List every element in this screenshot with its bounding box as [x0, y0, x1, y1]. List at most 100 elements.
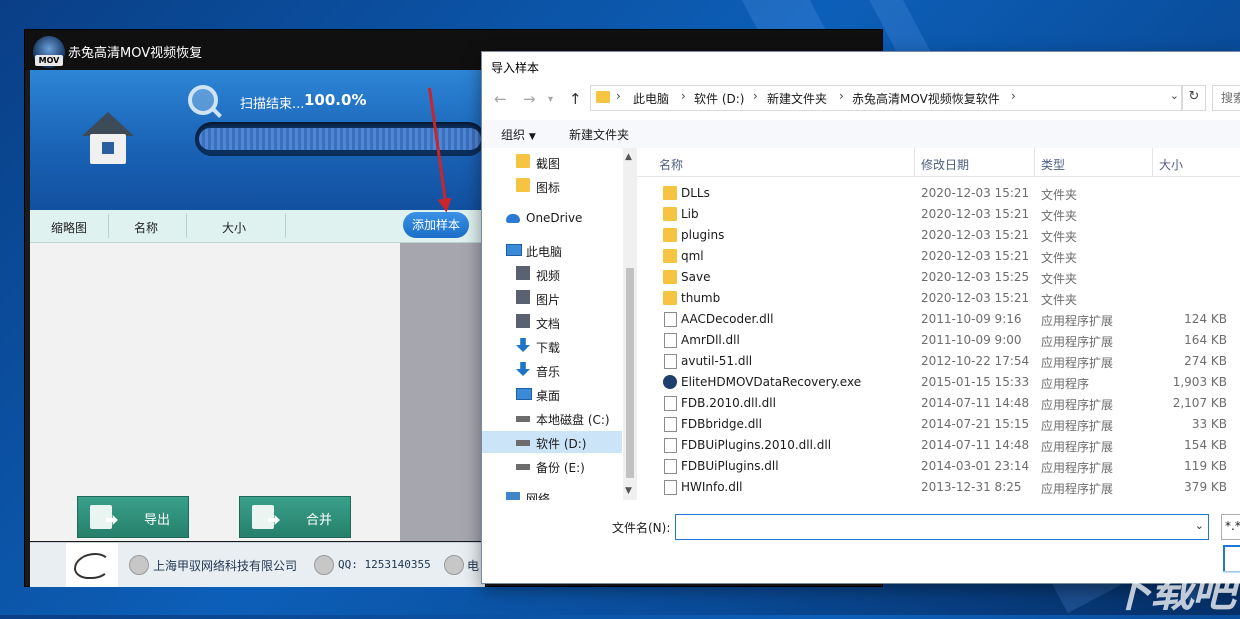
- organize-menu[interactable]: 组织 ▼: [501, 126, 536, 143]
- video-icon: [516, 266, 530, 280]
- breadcrumb-this-pc[interactable]: 此电脑: [633, 90, 669, 107]
- file-row[interactable]: Lib 2020-12-03 15:21 文件夹: [637, 204, 1240, 225]
- column-size[interactable]: 大小: [222, 219, 246, 236]
- search-input[interactable]: 搜索: [1212, 85, 1240, 111]
- chevron-down-icon[interactable]: ⌄: [1170, 89, 1179, 102]
- chevron-right-icon[interactable]: ›: [681, 89, 686, 103]
- file-date: 2012-10-22 17:54: [921, 354, 1030, 368]
- file-row[interactable]: avutil-51.dll 2012-10-22 17:54 应用程序扩展 274 K…: [637, 351, 1240, 372]
- drive-icon: [516, 416, 530, 422]
- breadcrumb-new-folder[interactable]: 新建文件夹: [767, 90, 827, 107]
- app-footer: 上海甲驭网络科技有限公司 QQ: 1253140355 电: [30, 542, 485, 587]
- scroll-down-icon[interactable]: ▼: [625, 486, 632, 496]
- column-name[interactable]: 名称: [134, 219, 158, 236]
- column-header-name[interactable]: 名称: [659, 156, 683, 173]
- file-row[interactable]: plugins 2020-12-03 15:21 文件夹: [637, 225, 1240, 246]
- file-row[interactable]: AmrDll.dll 2011-10-09 9:00 应用程序扩展 164 KB: [637, 330, 1240, 351]
- up-arrow-icon[interactable]: ↑: [569, 90, 582, 108]
- tree-item[interactable]: 网络: [482, 486, 622, 500]
- file-row[interactable]: Save 2020-12-03 15:25 文件夹: [637, 267, 1240, 288]
- tree-item[interactable]: 图片: [482, 287, 622, 309]
- forward-arrow-icon[interactable]: →: [523, 90, 536, 108]
- new-folder-button[interactable]: 新建文件夹: [569, 126, 629, 143]
- company-name: 上海甲驭网络科技有限公司: [153, 559, 298, 573]
- scan-status-label: 扫描结束...: [240, 97, 305, 112]
- file-row[interactable]: DLLs 2020-12-03 15:21 文件夹: [637, 183, 1240, 204]
- recent-chevron-icon[interactable]: ▾: [548, 94, 553, 105]
- chevron-right-icon[interactable]: ›: [616, 89, 621, 103]
- merge-button[interactable]: 合并: [239, 496, 351, 538]
- chevron-right-icon[interactable]: ›: [753, 89, 758, 103]
- file-row[interactable]: FDBbridge.dll 2014-07-21 15:15 应用程序扩展 33 KB: [637, 414, 1240, 435]
- filename-input[interactable]: ⌄: [675, 514, 1209, 540]
- file-name: avutil-51.dll: [681, 354, 753, 368]
- scrollbar-thumb[interactable]: [626, 268, 634, 478]
- file-type: 应用程序扩展: [1041, 419, 1114, 433]
- chevron-right-icon[interactable]: ›: [839, 89, 844, 103]
- file-row[interactable]: FDBUiPlugins.dll 2014-03-01 23:14 应用程序扩展 11…: [637, 456, 1240, 477]
- home-icon[interactable]: [82, 112, 134, 164]
- file-row[interactable]: FDBUiPlugins.2010.dll.dll 2014-07-11 14:4…: [637, 435, 1240, 456]
- back-arrow-icon[interactable]: ←: [494, 90, 507, 108]
- file-type-filter[interactable]: *.*: [1221, 514, 1240, 540]
- drive-icon: [516, 464, 530, 470]
- file-row[interactable]: HWInfo.dll 2013-12-31 8:25 应用程序扩展 379 KB: [637, 477, 1240, 498]
- tree-item[interactable]: 截图: [482, 151, 622, 173]
- file-row[interactable]: qml 2020-12-03 15:21 文件夹: [637, 246, 1240, 267]
- tree-item[interactable]: 本地磁盘 (C:): [482, 407, 622, 429]
- tree-item[interactable]: OneDrive: [482, 207, 622, 229]
- tree-item[interactable]: 图标: [482, 175, 622, 197]
- navigation-pane[interactable]: 截图 图标 OneDrive 此电脑视频 图片文档下载 音乐 桌面 本地磁盘 (C:) 软件 (…: [482, 148, 622, 500]
- tree-item-label: 文档: [536, 317, 561, 331]
- dll-file-icon: [664, 333, 677, 348]
- sort-caret-icon: ^: [779, 148, 787, 155]
- file-list[interactable]: ^ 名称 修改日期 类型 大小 DLLs 2020-12-03 15:21 文件夹 L…: [637, 148, 1240, 500]
- add-sample-button[interactable]: 添加样本: [403, 212, 469, 238]
- tree-item[interactable]: 视频: [482, 263, 622, 285]
- file-date: 2014-07-21 15:15: [921, 417, 1030, 431]
- tree-item[interactable]: 文档: [482, 311, 622, 333]
- merge-icon: [252, 505, 274, 529]
- breadcrumb-app-folder[interactable]: 赤兔高清MOV视频恢复软件: [852, 90, 1000, 107]
- navigation-scrollbar[interactable]: ▲ ▼: [623, 148, 637, 500]
- dll-file-icon: [664, 396, 677, 411]
- file-size: 33 KB: [1191, 417, 1227, 431]
- qq-icon: [314, 555, 334, 575]
- caret-down-icon: ▼: [528, 132, 536, 142]
- scroll-up-icon[interactable]: ▲: [625, 152, 632, 162]
- dll-file-icon: [664, 459, 677, 474]
- organize-label: 组织: [501, 128, 526, 142]
- column-header-type[interactable]: 类型: [1041, 156, 1065, 173]
- refresh-icon[interactable]: ↻: [1182, 85, 1206, 111]
- file-row[interactable]: thumb 2020-12-03 15:21 文件夹: [637, 288, 1240, 309]
- file-date: 2020-12-03 15:21: [921, 291, 1030, 305]
- file-row[interactable]: FDB.2010.dll.dll 2014-07-11 14:48 应用程序扩展 2,…: [637, 393, 1240, 414]
- dll-file-icon: [664, 438, 677, 453]
- column-header-size[interactable]: 大小: [1159, 156, 1183, 173]
- folder-icon: [596, 91, 610, 103]
- tree-item[interactable]: 音乐: [482, 359, 622, 381]
- file-size: 164 KB: [1184, 333, 1227, 347]
- tree-item-label: OneDrive: [526, 211, 583, 225]
- tree-item[interactable]: 下载: [482, 335, 622, 357]
- tree-item[interactable]: 此电脑: [482, 239, 622, 261]
- chevron-right-icon[interactable]: ›: [1011, 89, 1016, 103]
- file-row[interactable]: EliteHDMOVDataRecovery.exe 2015-01-15 15:…: [637, 372, 1240, 393]
- tree-item-label: 此电脑: [526, 245, 563, 259]
- breadcrumb-drive-d[interactable]: 软件 (D:): [694, 90, 744, 107]
- file-name: plugins: [681, 228, 725, 242]
- app-title: 赤兔高清MOV视频恢复: [68, 46, 203, 61]
- tree-item[interactable]: 软件 (D:): [482, 431, 622, 453]
- folder-icon: [516, 154, 530, 168]
- file-name: Lib: [681, 207, 699, 221]
- file-row[interactable]: AACDecoder.dll 2011-10-09 9:16 应用程序扩展 124 K…: [637, 309, 1240, 330]
- chevron-down-icon[interactable]: ⌄: [1195, 519, 1204, 532]
- company-icon: [129, 555, 149, 575]
- export-button[interactable]: 导出: [77, 496, 189, 538]
- folder-icon: [663, 207, 677, 221]
- tree-item[interactable]: 备份 (E:): [482, 455, 622, 477]
- column-header-date[interactable]: 修改日期: [921, 156, 969, 173]
- tree-item[interactable]: 桌面: [482, 383, 622, 405]
- column-thumbnail[interactable]: 缩略图: [51, 219, 87, 236]
- address-bar[interactable]: › 此电脑 › 软件 (D:) › 新建文件夹 › 赤兔高清MOV视频恢复软件 …: [590, 85, 1182, 111]
